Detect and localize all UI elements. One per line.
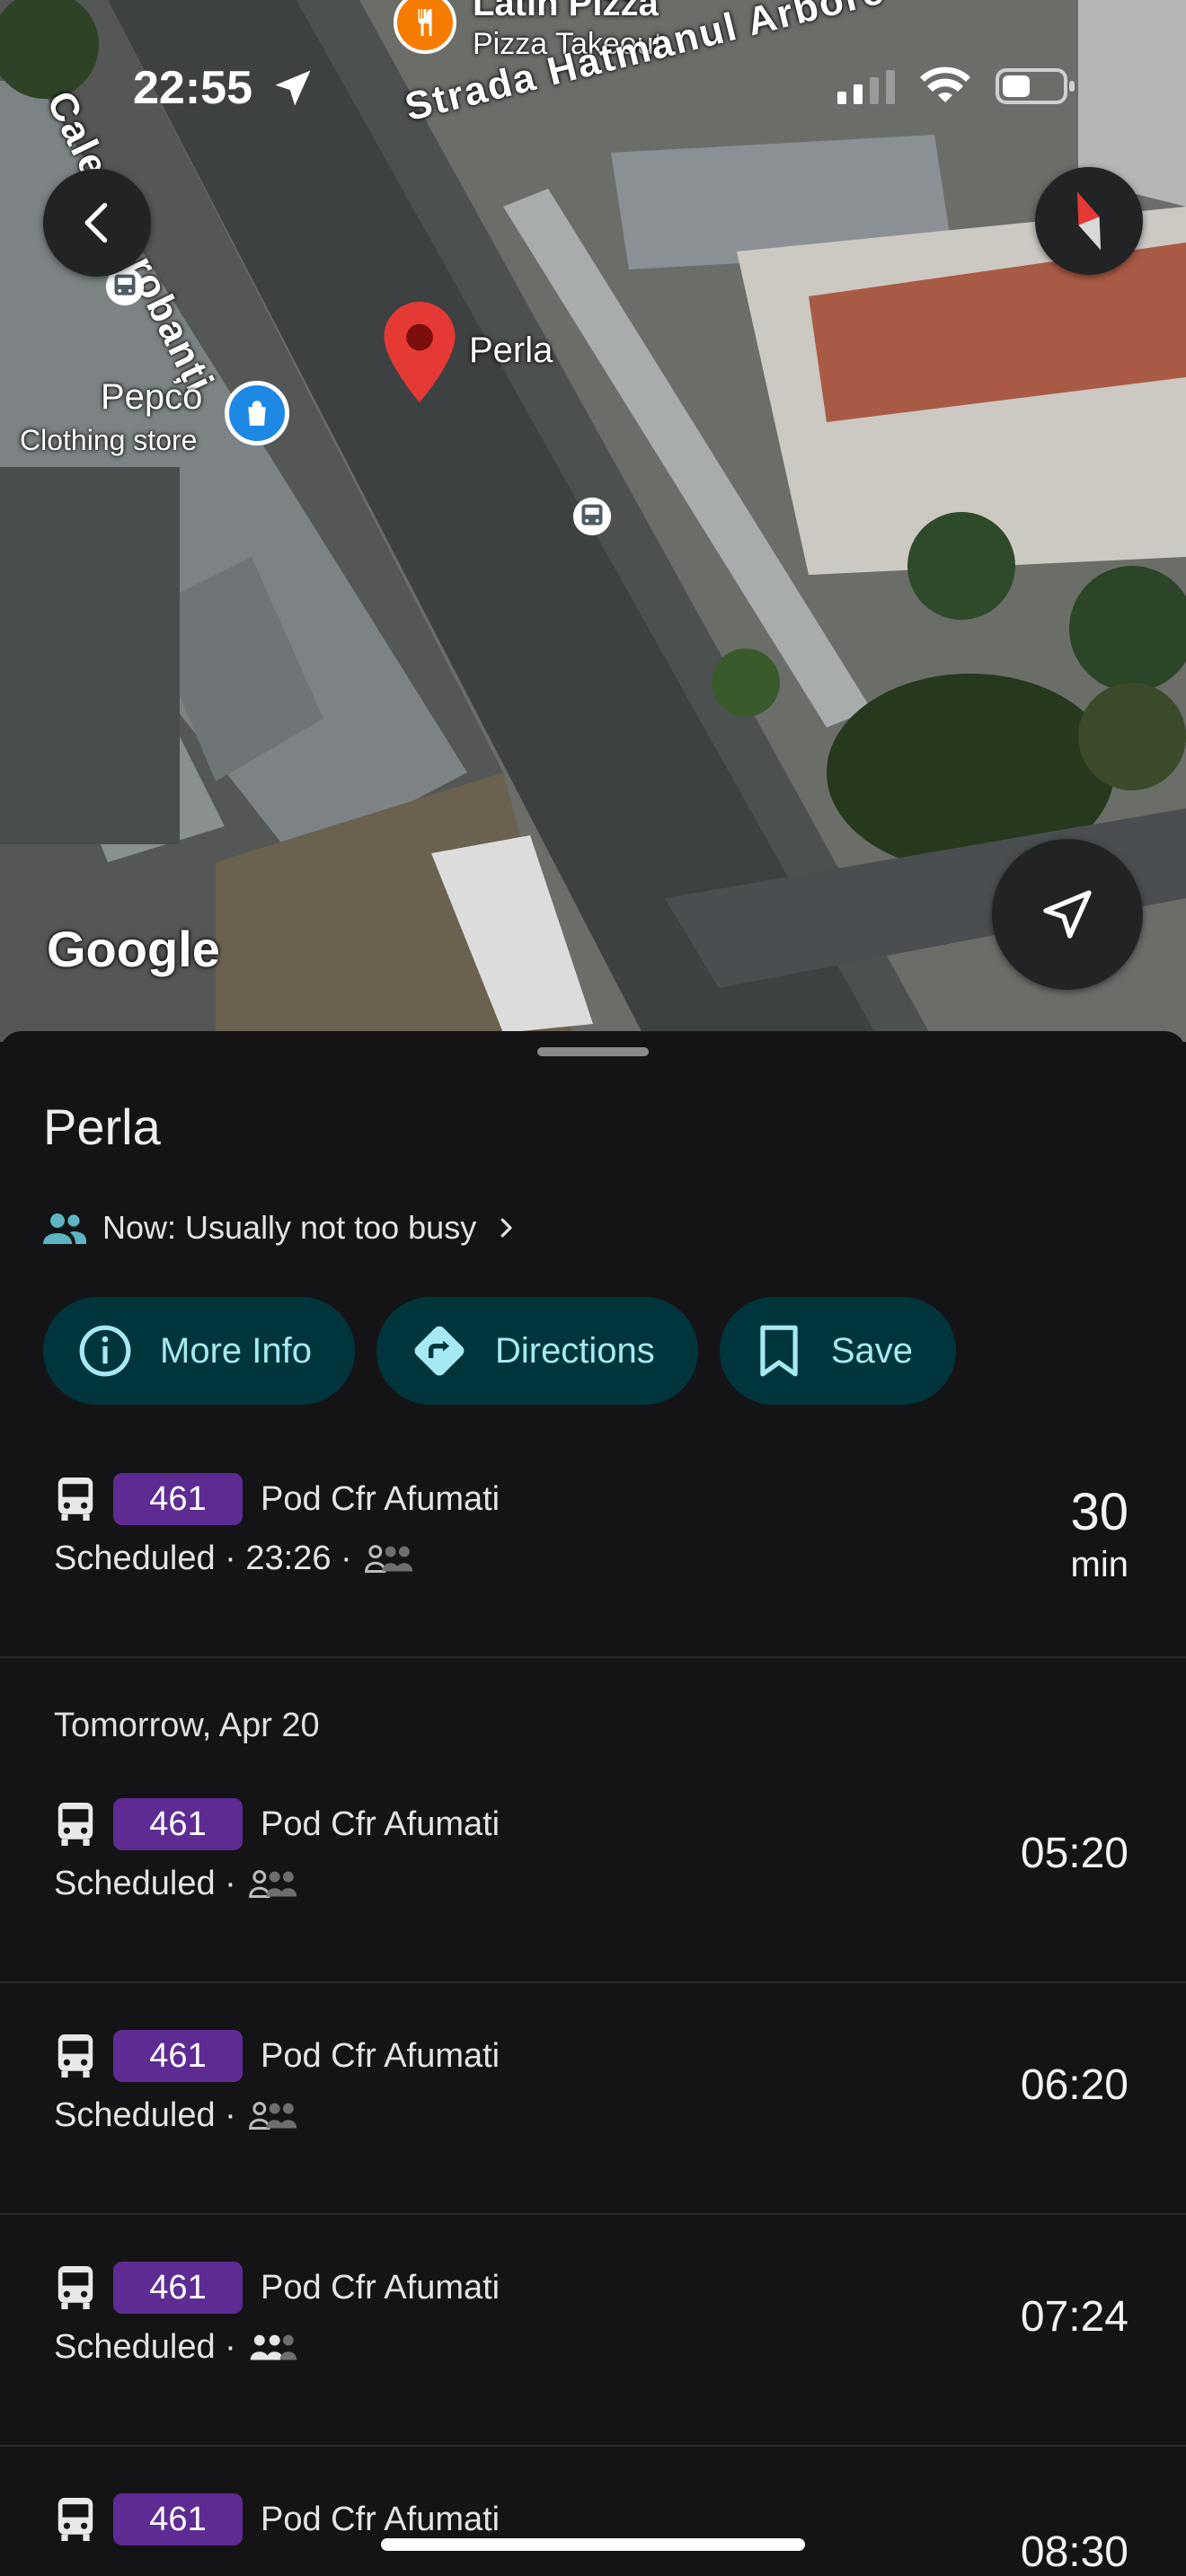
bus-icon [58,2034,93,2078]
destination-label: Pod Cfr Afumati [261,1804,500,1843]
popular-times-row[interactable]: Now: Usually not too busy [43,1209,519,1247]
navigation-arrow-icon [1043,890,1092,939]
bus-icon [58,2498,93,2541]
map-view[interactable]: 22:55 Latin Pizza Pizza Takeout Strada H… [0,0,1186,1042]
chevron-right-icon [500,1218,512,1238]
info-icon [79,1325,131,1377]
schedule-status: Scheduled · 23:26 · [54,1539,352,1577]
departure-row[interactable]: 461 Pod Cfr Afumati Scheduled · 07:24 [0,2262,1186,2432]
divider [0,2213,1186,2215]
departure-time: 07:24 [1020,2293,1128,2341]
departure-time: 08:30 [1020,2528,1128,2576]
wifi-icon [920,66,970,102]
busyness-text: Now: Usually not too busy [102,1209,477,1246]
eta-value: 30 [1070,1483,1128,1541]
crowding-icon [248,1869,296,1898]
directions-button[interactable]: Directions [376,1297,698,1405]
poi-name-latin-pizza[interactable]: Latin Pizza [473,0,659,24]
route-badge: 461 [113,1798,243,1850]
day-header: Tomorrow, Apr 20 [54,1707,320,1744]
my-location-button[interactable] [992,839,1143,990]
poi-name-pepco[interactable]: Pepco [101,377,202,418]
divider [0,1981,1186,1983]
destination-label: Pod Cfr Afumati [261,1479,500,1518]
route-badge: 461 [113,2262,243,2314]
transit-stop-icon[interactable] [571,496,613,537]
more-info-button[interactable]: More Info [43,1297,355,1405]
departure-time: 05:20 [1020,1830,1128,1877]
save-label: Save [830,1330,913,1371]
home-indicator[interactable] [381,2538,805,2551]
schedule-status: Scheduled · [54,2328,236,2366]
battery-icon [996,68,1075,104]
drag-handle[interactable] [537,1047,649,1056]
departure-time: 06:20 [1020,2061,1128,2109]
selected-place-pin-icon[interactable] [383,302,456,402]
destination-label: Pod Cfr Afumati [261,2268,500,2307]
departure-row[interactable]: 461 Pod Cfr Afumati Scheduled · 06:20 [0,2030,1186,2201]
place-bottom-sheet[interactable]: Perla Now: Usually not too busy More Inf… [0,1031,1186,2576]
departure-row[interactable]: 461 Pod Cfr Afumati Scheduled · 23:26 · … [0,1473,1186,1671]
route-badge: 461 [113,1473,243,1525]
store-pin-icon[interactable] [225,381,289,446]
compass-button[interactable] [1035,167,1143,275]
back-arrow-icon [84,202,108,243]
place-title: Perla [43,1098,161,1155]
people-icon [43,1213,86,1244]
crowding-icon [248,2101,296,2130]
divider [0,1656,1186,1658]
destination-label: Pod Cfr Afumati [261,2500,500,2538]
directions-label: Directions [494,1330,655,1371]
divider [0,2445,1186,2447]
directions-icon [414,1326,465,1376]
departure-row[interactable]: 461 Pod Cfr Afumati 08:30 [0,2493,1186,2576]
eta-unit: min [1070,1545,1128,1584]
crowding-icon [364,1544,412,1573]
bus-icon [58,1478,93,1521]
bus-icon [58,1803,93,1846]
crowding-icon [250,2334,296,2360]
save-button[interactable]: Save [719,1297,956,1405]
cellular-signal-icon [837,70,895,104]
status-time: 22:55 [133,62,252,114]
route-badge: 461 [113,2493,243,2545]
action-chips: More Info Directions Save [43,1297,956,1405]
location-arrow-icon [275,70,311,106]
departure-row[interactable]: 461 Pod Cfr Afumati Scheduled · 05:20 [0,1798,1186,1969]
more-info-label: More Info [160,1330,312,1371]
google-attribution: Google [47,921,220,977]
schedule-status: Scheduled · [54,2096,236,2134]
compass-icon [1076,191,1102,251]
destination-label: Pod Cfr Afumati [261,2036,500,2075]
schedule-status: Scheduled · [54,1865,236,1902]
pin-label-perla[interactable]: Perla [469,331,553,371]
back-button[interactable] [43,169,151,277]
poi-category-clothing: Clothing store [20,424,198,456]
bookmark-icon [760,1325,798,1377]
route-badge: 461 [113,2030,243,2082]
bus-icon [58,2266,93,2309]
